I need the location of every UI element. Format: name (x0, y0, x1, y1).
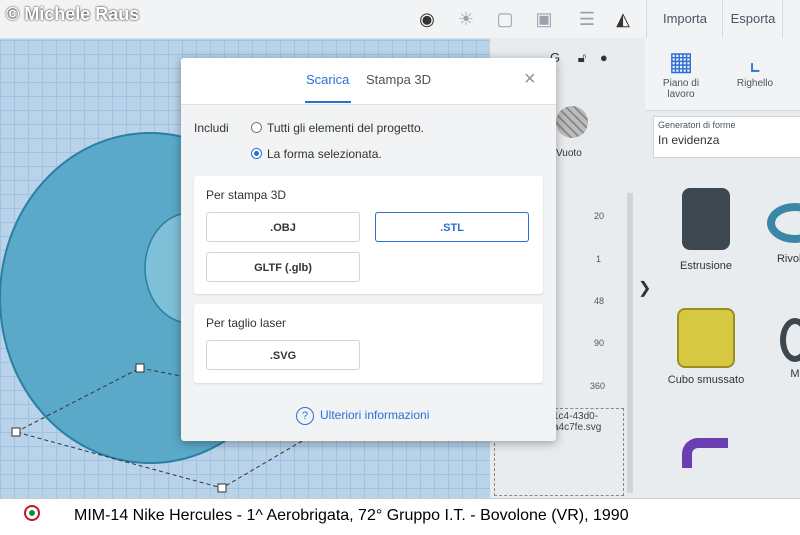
shapes-panel: ▦ Piano di lavoro ⌞ Righello Generatori … (645, 38, 800, 498)
hole-label: Vuoto (556, 148, 582, 159)
svg-button[interactable]: .SVG (206, 340, 360, 370)
param-value-2: 1 (596, 254, 602, 264)
close-icon[interactable]: × (524, 69, 536, 89)
radio-all-elements[interactable]: Tutti gli elementi del progetto. (251, 121, 424, 135)
cylinder-icon (682, 188, 730, 250)
param-value-3: 48 (594, 296, 605, 306)
shape-chamfered-cube[interactable]: Cubo smussato (663, 308, 749, 386)
handle-2 (135, 363, 145, 373)
ruler-tool[interactable]: ⌞ Righello (725, 44, 785, 89)
light-icon[interactable]: ● (600, 50, 608, 65)
inspector-toolbar: G 🔓︎ ● (550, 50, 608, 66)
shape-label: Rivoluz (776, 253, 800, 265)
shape-label: Cubo smussato (667, 374, 745, 386)
shape-label: M (790, 368, 800, 380)
import-button[interactable]: Importa (646, 0, 723, 38)
handle-3 (217, 483, 227, 493)
caption-bar: MIM-14 Nike Hercules - 1^ Aerobrigata, 7… (0, 498, 800, 535)
radio-label: La forma selezionata. (267, 147, 382, 161)
export-button[interactable]: Esporta (722, 0, 783, 38)
torus-icon (767, 203, 800, 243)
tube-icon (682, 438, 728, 468)
more-info-label: Ulteriori informazioni (320, 408, 430, 422)
workplane-label: Piano di lavoro (662, 78, 700, 100)
roundel-icon (24, 505, 40, 521)
generators-label: Generatori di forme (658, 120, 736, 130)
generators-value: In evidenza (658, 133, 720, 147)
shape-extrusion[interactable]: Estrusione (663, 188, 749, 272)
group-icon[interactable]: ▢ (494, 8, 516, 30)
dialog-header: Scarica Stampa 3D × (181, 58, 556, 105)
obj-button[interactable]: .OBJ (206, 212, 360, 242)
align-icon[interactable]: ☰ (576, 8, 598, 30)
gltf-button[interactable]: GLTF (.glb) (206, 252, 360, 282)
include-label: Includi (194, 121, 229, 135)
eye-icon[interactable]: ◉ (416, 8, 438, 30)
more-info-link[interactable]: ? Ulteriori informazioni (296, 407, 429, 425)
caption-text: MIM-14 Nike Hercules - 1^ Aerobrigata, 7… (74, 507, 629, 524)
radio-button[interactable] (251, 122, 262, 133)
mirror-icon[interactable]: ◭ (612, 8, 634, 30)
view-tools: ▦ Piano di lavoro ⌞ Righello (645, 38, 800, 111)
print3d-card: Per stampa 3D .OBJ .STL GLTF (.glb) (194, 176, 543, 294)
inspector-scrollbar[interactable] (627, 193, 633, 493)
panel-collapse-icon[interactable]: ❯ (638, 278, 651, 298)
share-button[interactable] (782, 0, 800, 38)
radio-button-checked[interactable] (251, 148, 262, 159)
ungroup-icon[interactable]: ▣ (533, 8, 555, 30)
shape-label: Estrusione (680, 260, 732, 272)
ruler-icon: ⌞ (748, 46, 762, 76)
lock-icon[interactable]: 🔓︎ (578, 50, 586, 65)
workplane-tool[interactable]: ▦ Piano di lavoro (651, 44, 711, 100)
ring-icon (780, 318, 800, 362)
active-tab-indicator (305, 101, 351, 103)
param-value-4: 90 (594, 338, 605, 348)
stl-button[interactable]: .STL (375, 212, 529, 242)
grid-icon: ▦ (668, 46, 694, 76)
param-value-1: 20 (594, 211, 605, 221)
handle-1 (11, 427, 21, 437)
laser-title: Per taglio laser (206, 316, 287, 330)
radio-selected-shape[interactable]: La forma selezionata. (251, 147, 382, 161)
watermark: © Michele Raus (6, 4, 140, 24)
cube-icon (677, 308, 735, 368)
tab-download[interactable]: Scarica (306, 72, 349, 87)
radio-label: Tutti gli elementi del progetto. (267, 121, 424, 135)
generators-dropdown[interactable]: Generatori di forme In evidenza (653, 116, 800, 158)
shape-tube[interactable] (675, 438, 735, 468)
lightbulb-icon[interactable]: ☀ (455, 8, 477, 30)
shape-more[interactable]: M (775, 318, 800, 380)
laser-card: Per taglio laser .SVG (194, 304, 543, 383)
ruler-label: Righello (736, 78, 774, 89)
param-value-5: 360 (590, 381, 606, 391)
shape-revolve[interactable]: Rivoluz (765, 203, 800, 265)
help-icon: ? (296, 407, 314, 425)
print3d-title: Per stampa 3D (206, 188, 287, 202)
tab-3d-print[interactable]: Stampa 3D (366, 72, 431, 87)
hole-swatch[interactable] (556, 106, 588, 138)
export-dialog: Scarica Stampa 3D × Includi Tutti gli el… (181, 58, 556, 441)
